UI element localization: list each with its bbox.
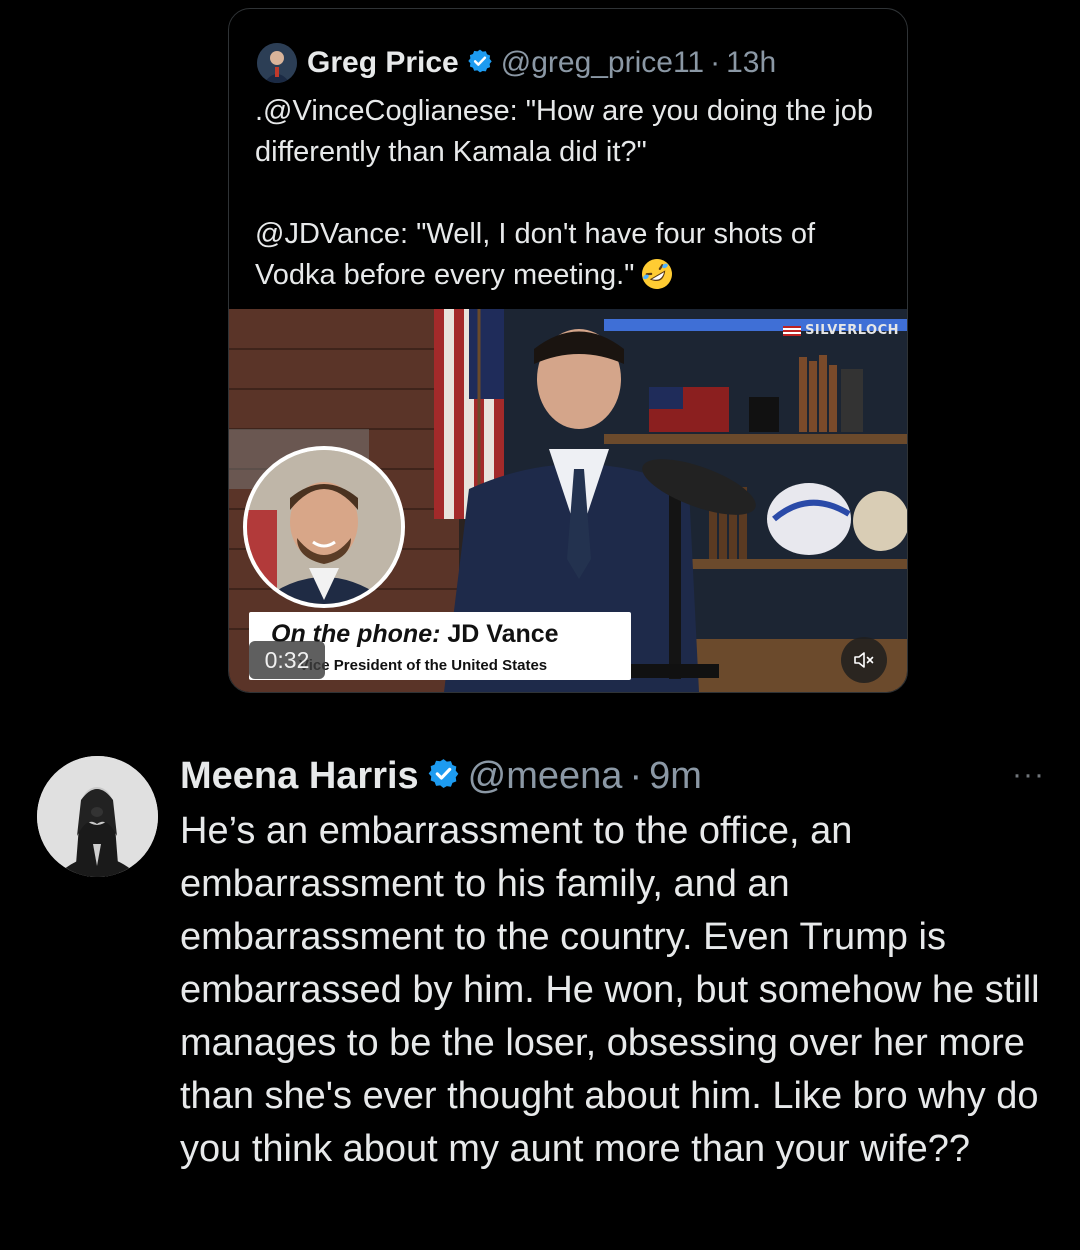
- quoted-tweet-card[interactable]: Greg Price @greg_price11 · 13h .@VinceCo…: [228, 8, 908, 693]
- caption-subtitle: Vice President of the United States: [299, 657, 548, 674]
- watermark: SILVERLOCH: [783, 323, 899, 338]
- tweet-text-line: @JDVance: "Well, I don't have four shots…: [255, 218, 816, 291]
- video-timer: 0:32: [249, 641, 325, 679]
- inset-portrait: [243, 446, 405, 608]
- separator-dot: ·: [710, 46, 721, 79]
- verified-badge-icon: [427, 757, 460, 795]
- more-options-icon[interactable]: ···: [1012, 758, 1045, 792]
- timestamp[interactable]: 13h: [726, 46, 776, 80]
- verified-badge-icon: [467, 48, 493, 79]
- author-handle[interactable]: @meena: [468, 755, 623, 798]
- caption-name: JD Vance: [447, 620, 559, 648]
- video-player[interactable]: SILVERLOCH On the phone: JD Vance Vice P…: [229, 309, 907, 692]
- timestamp[interactable]: 9m: [649, 755, 702, 798]
- mute-button[interactable]: [841, 637, 887, 683]
- separator-dot: ·: [629, 754, 643, 797]
- speaker-muted-icon: [854, 652, 874, 668]
- avatar[interactable]: [257, 43, 297, 83]
- quoted-tweet-text: .@VinceCoglianese: "How are you doing th…: [255, 91, 885, 296]
- author-name[interactable]: Meena Harris: [180, 755, 419, 798]
- quoted-tweet-header: Greg Price @greg_price11 · 13h: [257, 39, 776, 87]
- watermark-label: SILVERLOCH: [805, 323, 899, 338]
- tweet-text-paragraph: @JDVance: "Well, I don't have four shots…: [255, 214, 885, 296]
- avatar[interactable]: [37, 756, 158, 877]
- author-handle[interactable]: @greg_price11: [501, 46, 704, 80]
- rolling-laughing-emoji-icon: [640, 257, 674, 291]
- tweet-header: Meena Harris @meena · 9m: [180, 748, 702, 804]
- author-name[interactable]: Greg Price: [307, 46, 459, 80]
- tweet-text-paragraph: .@VinceCoglianese: "How are you doing th…: [255, 95, 873, 168]
- tweet-text: He’s an embarrassment to the office, an …: [180, 810, 1040, 1170]
